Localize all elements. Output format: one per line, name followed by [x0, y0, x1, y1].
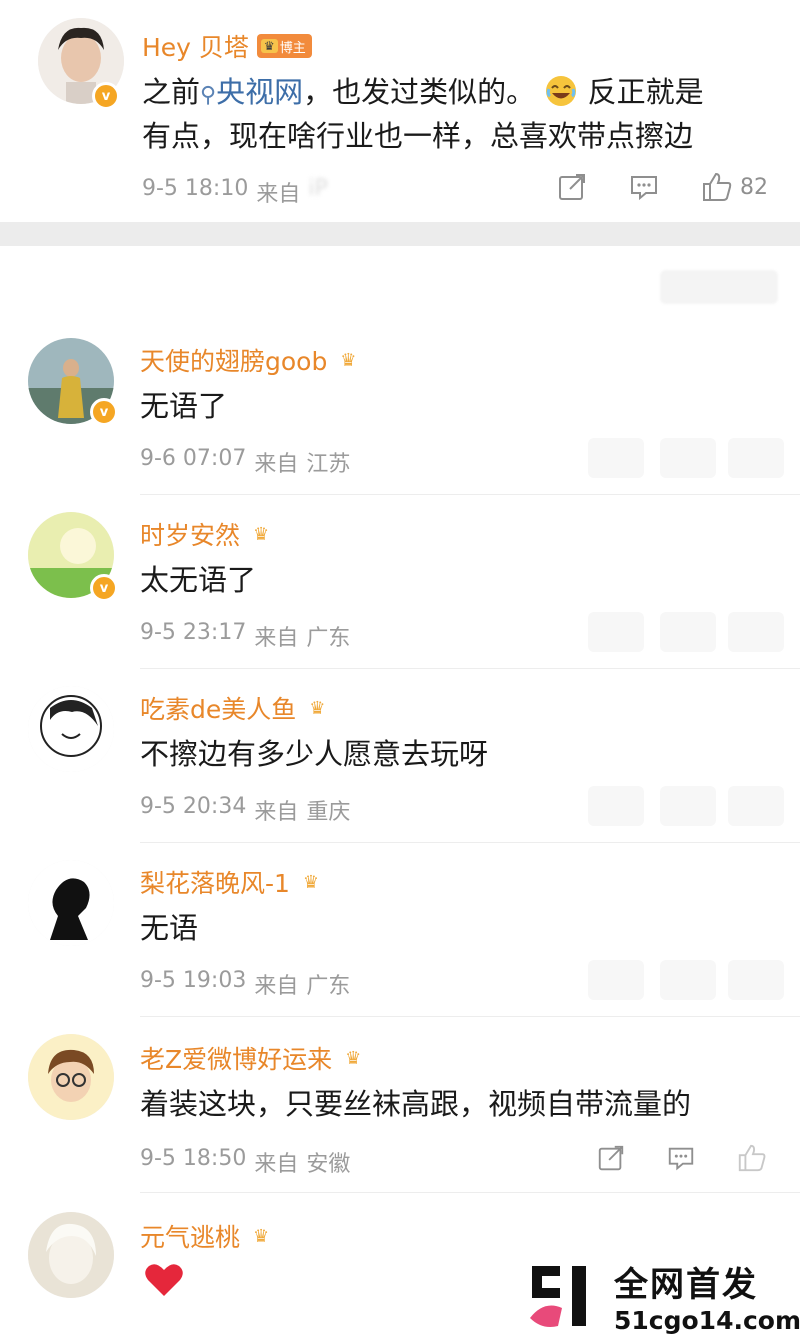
comment-time: 9-6 07:07 [140, 446, 247, 471]
comment-text: 无语了 [140, 389, 228, 423]
share-button[interactable] [596, 1143, 626, 1173]
share-button[interactable] [556, 171, 588, 203]
like-button[interactable] [736, 1142, 768, 1174]
avatar[interactable] [28, 1034, 114, 1120]
reply-button[interactable] [628, 171, 660, 203]
like-button[interactable] [728, 960, 784, 1000]
like-count: 82 [740, 174, 768, 200]
divider [140, 1016, 800, 1017]
comment-source-prefix: 来自 [256, 182, 301, 207]
avatar[interactable] [28, 686, 114, 772]
laugh-emoji-icon [544, 74, 578, 108]
divider [140, 1192, 800, 1193]
share-icon [598, 1145, 624, 1171]
search-link[interactable]: ⚲央视网 [200, 75, 303, 109]
share-button[interactable] [588, 438, 644, 478]
comment-meta: 9-5 19:03 来自 广东 [140, 968, 351, 999]
comment-icon [631, 176, 657, 201]
watermark: 全网首发 51cgo14.com [526, 1258, 800, 1335]
comment-meta-faded [140, 1312, 400, 1338]
crown-icon: ♛ [340, 349, 357, 371]
like-button[interactable] [728, 786, 784, 826]
comment-location: 重庆 [306, 800, 351, 825]
blogger-comment: v Hey 贝塔 ♛ 博主 之前⚲央视网，也发过类似的。 反正就是 有点，现在啥… [0, 0, 800, 222]
comment-meta: 9-6 07:07 来自 江苏 [140, 446, 351, 477]
like-button[interactable] [728, 438, 784, 478]
commenter-name[interactable]: Hey 贝塔 ♛ 博主 [142, 28, 312, 64]
divider [140, 842, 800, 843]
comment-text: 着装这块，只要丝袜高跟，视频自带流量的 [140, 1087, 692, 1121]
share-icon [559, 174, 585, 200]
comment-meta: 9-5 18:50 来自 安徽 [140, 1146, 351, 1177]
comment-location: 安徽 [306, 1152, 351, 1177]
verified-icon: v [92, 82, 120, 110]
like-button[interactable] [728, 612, 784, 652]
share-button[interactable] [588, 612, 644, 652]
watermark-line1: 全网首发 [614, 1265, 758, 1305]
avatar[interactable] [28, 1212, 114, 1298]
crown-icon: ♛ [260, 39, 278, 53]
comment-actions: 82 [556, 170, 768, 204]
comment-location: 江苏 [306, 452, 351, 477]
comment-actions [596, 1142, 768, 1174]
share-button[interactable] [588, 960, 644, 1000]
reply-button[interactable] [660, 960, 716, 1000]
comment-text: 无语 [140, 911, 199, 945]
crown-icon: ♛ [302, 871, 319, 893]
divider [140, 494, 800, 495]
commenter-name[interactable]: 吃素de美人鱼 ♛ [140, 690, 330, 726]
comment-location: 广东 [306, 974, 351, 999]
section-separator [0, 222, 800, 246]
commenter-name[interactable]: 老Z爱微博好运来 ♛ [140, 1040, 366, 1076]
crown-icon: ♛ [252, 1225, 270, 1247]
search-icon: ⚲ [200, 83, 217, 108]
commenter-name[interactable]: 元气逃桃 ♛ [140, 1218, 274, 1254]
crown-icon: ♛ [345, 1047, 362, 1069]
watermark-line2: 51cgo14.com [614, 1306, 800, 1335]
commenter-name[interactable]: 天使的翅膀goob ♛ [140, 342, 361, 378]
comment-icon [668, 1147, 694, 1171]
blogger-badge: ♛ 博主 [256, 34, 312, 58]
comment-time: 9-5 18:50 [140, 1146, 247, 1171]
reply-button[interactable] [666, 1143, 696, 1173]
sort-row [0, 246, 800, 326]
comment-time: 9-5 23:17 [140, 620, 247, 645]
reply-button[interactable] [660, 438, 716, 478]
comment-meta: 9-5 23:17 来自 广东 [140, 620, 351, 651]
sort-toggle[interactable] [660, 270, 778, 304]
reply-button[interactable] [660, 612, 716, 652]
reply-button[interactable] [660, 786, 716, 826]
commenter-name[interactable]: 梨花落晚风-1 ♛ [140, 864, 324, 900]
verified-icon: v [90, 398, 118, 426]
verified-icon: v [90, 574, 118, 602]
comment-time: 9-5 19:03 [140, 968, 247, 993]
thumbs-up-icon [738, 1144, 766, 1172]
divider [140, 668, 800, 669]
comment-time: 9-5 18:10 [142, 176, 249, 201]
comment-source: iP [308, 176, 328, 201]
crown-icon: ♛ [252, 523, 270, 545]
comment-location: 广东 [306, 626, 351, 651]
commenter-name-text[interactable]: Hey 贝塔 [142, 28, 249, 64]
comment-meta: 9-5 18:10 来自 iP [142, 176, 328, 208]
crown-icon: ♛ [309, 697, 326, 719]
heart-emoji-icon [145, 1264, 183, 1296]
comment-text-line2: 有点，现在啥行业也一样，总喜欢带点擦边 [142, 119, 694, 153]
comment-text: 之前⚲央视网，也发过类似的。 反正就是 [142, 74, 704, 109]
comment-text: 不擦边有多少人愿意去玩呀 [140, 737, 489, 771]
avatar[interactable] [28, 860, 114, 946]
like-button[interactable]: 82 [700, 170, 768, 204]
comment-text: 太无语了 [140, 563, 257, 597]
watermark-logo [526, 1260, 604, 1332]
commenter-name[interactable]: 时岁安然 ♛ [140, 516, 274, 552]
blogger-badge-label: 博主 [279, 40, 306, 56]
comment-time: 9-5 20:34 [140, 794, 247, 819]
share-button[interactable] [588, 786, 644, 826]
thumbs-up-icon [703, 172, 732, 201]
comment-meta: 9-5 20:34 来自 重庆 [140, 794, 351, 825]
